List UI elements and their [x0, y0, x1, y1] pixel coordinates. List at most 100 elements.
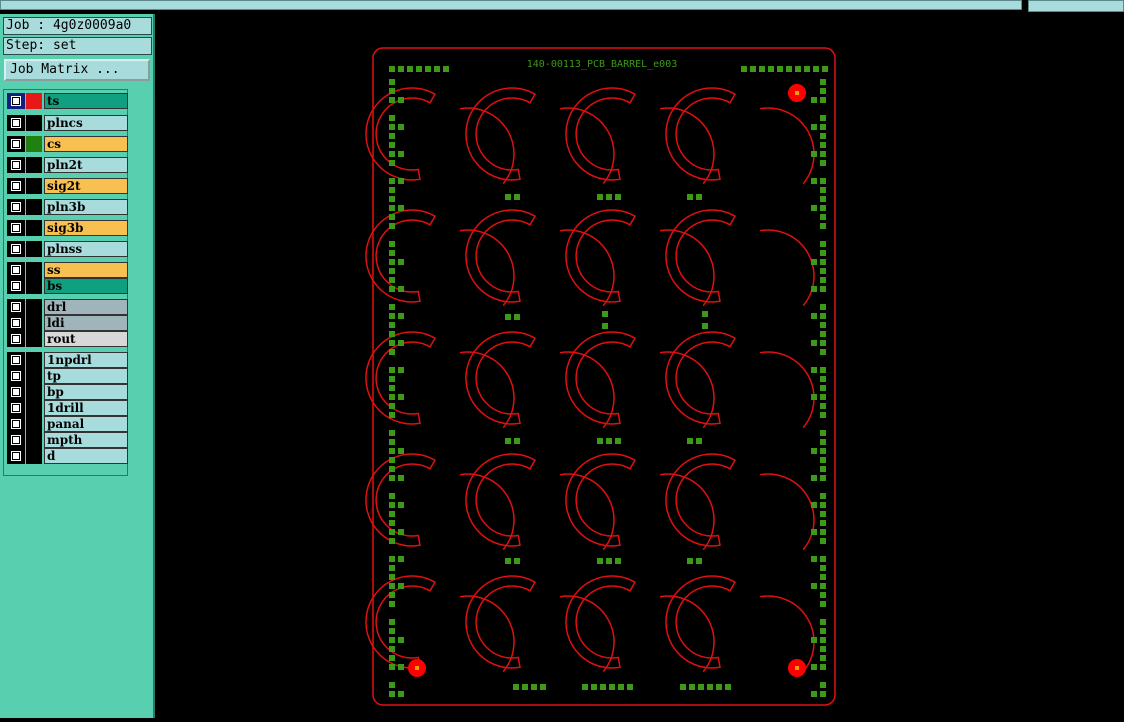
- layer-color-swatch[interactable]: [26, 199, 42, 215]
- pad: [820, 268, 826, 274]
- layer-name[interactable]: tp: [44, 368, 128, 384]
- layer-color-swatch[interactable]: [26, 432, 42, 448]
- layer-color-swatch[interactable]: [26, 220, 42, 236]
- layer-row-drl[interactable]: drl: [7, 299, 128, 315]
- layer-checkbox[interactable]: [7, 352, 25, 368]
- layer-checkbox[interactable]: [7, 368, 25, 384]
- layer-name[interactable]: 1npdrl: [44, 352, 128, 368]
- layer-name[interactable]: pln2t: [44, 157, 128, 173]
- layer-row-ss[interactable]: ss: [7, 262, 128, 278]
- layer-name[interactable]: cs: [44, 136, 128, 152]
- layer-color-swatch[interactable]: [26, 331, 42, 347]
- layer-checkbox[interactable]: [7, 220, 25, 236]
- layer-color-swatch[interactable]: [26, 115, 42, 131]
- pad: [615, 438, 621, 444]
- arc-outline: [759, 107, 815, 185]
- pad: [813, 66, 819, 72]
- layer-checkbox[interactable]: [7, 416, 25, 432]
- layer-name[interactable]: drl: [44, 299, 128, 315]
- graphic-editor-canvas[interactable]: 140-00113_PCB_BARREL_e003: [157, 14, 1124, 718]
- layer-checkbox[interactable]: [7, 299, 25, 315]
- layer-row-pln2t[interactable]: pln2t: [7, 157, 128, 173]
- pad: [389, 259, 395, 265]
- layer-color-swatch[interactable]: [26, 157, 42, 173]
- pcb-panel-view[interactable]: 140-00113_PCB_BARREL_e003: [157, 14, 1124, 718]
- layer-row-cs[interactable]: cs: [7, 136, 128, 152]
- layer-color-swatch[interactable]: [26, 241, 42, 257]
- layer-checkbox[interactable]: [7, 136, 25, 152]
- layer-color-swatch[interactable]: [26, 400, 42, 416]
- layer-row-plnss[interactable]: plnss: [7, 241, 128, 257]
- layer-color-swatch[interactable]: [26, 416, 42, 432]
- layer-color-swatch[interactable]: [26, 299, 42, 315]
- layer-name[interactable]: plnss: [44, 241, 128, 257]
- layer-color-swatch[interactable]: [26, 368, 42, 384]
- layer-row-sig2t[interactable]: sig2t: [7, 178, 128, 194]
- pad: [811, 97, 817, 103]
- layer-name[interactable]: panal: [44, 416, 128, 432]
- layer-row-d[interactable]: d: [7, 448, 128, 464]
- layer-checkbox[interactable]: [7, 384, 25, 400]
- layer-name[interactable]: sig3b: [44, 220, 128, 236]
- layer-checkbox[interactable]: [7, 400, 25, 416]
- layer-checkbox[interactable]: [7, 448, 25, 464]
- layer-checkbox[interactable]: [7, 178, 25, 194]
- pad: [820, 511, 826, 517]
- layer-row-ts[interactable]: ts: [7, 93, 128, 109]
- layer-name[interactable]: mpth: [44, 432, 128, 448]
- layer-checkbox[interactable]: [7, 157, 25, 173]
- layer-name[interactable]: 1drill: [44, 400, 128, 416]
- pad: [389, 448, 395, 454]
- layer-name[interactable]: sig2t: [44, 178, 128, 194]
- layer-row-sig3b[interactable]: sig3b: [7, 220, 128, 236]
- layer-row-ldi[interactable]: ldi: [7, 315, 128, 331]
- layer-row-bp[interactable]: bp: [7, 384, 128, 400]
- layer-name[interactable]: plncs: [44, 115, 128, 131]
- layer-color-swatch[interactable]: [26, 278, 42, 294]
- layer-color-swatch[interactable]: [26, 93, 42, 109]
- layer-row-pln3b[interactable]: pln3b: [7, 199, 128, 215]
- pad: [389, 682, 395, 688]
- layer-row-plncs[interactable]: plncs: [7, 115, 128, 131]
- layer-name[interactable]: bp: [44, 384, 128, 400]
- command-bar[interactable]: [0, 0, 1022, 10]
- layer-checkbox[interactable]: [7, 199, 25, 215]
- layer-color-swatch[interactable]: [26, 448, 42, 464]
- layer-checkbox[interactable]: [7, 241, 25, 257]
- layer-color-swatch[interactable]: [26, 136, 42, 152]
- pad: [389, 268, 395, 274]
- layer-color-swatch[interactable]: [26, 384, 42, 400]
- layer-color-swatch[interactable]: [26, 262, 42, 278]
- layer-row-panal[interactable]: panal: [7, 416, 128, 432]
- layer-color-swatch[interactable]: [26, 178, 42, 194]
- layer-checkbox[interactable]: [7, 115, 25, 131]
- layer-checkbox[interactable]: [7, 432, 25, 448]
- status-bar[interactable]: [1028, 0, 1124, 12]
- layer-row-bs[interactable]: bs: [7, 278, 128, 294]
- layer-checkbox[interactable]: [7, 278, 25, 294]
- layer-row-mpth[interactable]: mpth: [7, 432, 128, 448]
- layer-checkbox[interactable]: [7, 315, 25, 331]
- layer-name[interactable]: d: [44, 448, 128, 464]
- pad: [398, 313, 404, 319]
- job-matrix-button[interactable]: Job Matrix ...: [4, 59, 150, 81]
- layer-name[interactable]: ts: [44, 93, 128, 109]
- layer-name[interactable]: bs: [44, 278, 128, 294]
- layer-row-tp[interactable]: tp: [7, 368, 128, 384]
- layer-name[interactable]: rout: [44, 331, 128, 347]
- layer-row-1drill[interactable]: 1drill: [7, 400, 128, 416]
- pad: [389, 619, 395, 625]
- layer-name[interactable]: pln3b: [44, 199, 128, 215]
- layer-checkbox[interactable]: [7, 331, 25, 347]
- layer-checkbox[interactable]: [7, 93, 25, 109]
- layer-name[interactable]: ss: [44, 262, 128, 278]
- layer-checkbox[interactable]: [7, 262, 25, 278]
- layer-color-swatch[interactable]: [26, 315, 42, 331]
- layer-row-1npdrl[interactable]: 1npdrl: [7, 352, 128, 368]
- layer-name[interactable]: ldi: [44, 315, 128, 331]
- pad: [811, 205, 817, 211]
- pad: [389, 349, 395, 355]
- layer-row-rout[interactable]: rout: [7, 331, 128, 347]
- pad: [389, 601, 395, 607]
- layer-color-swatch[interactable]: [26, 352, 42, 368]
